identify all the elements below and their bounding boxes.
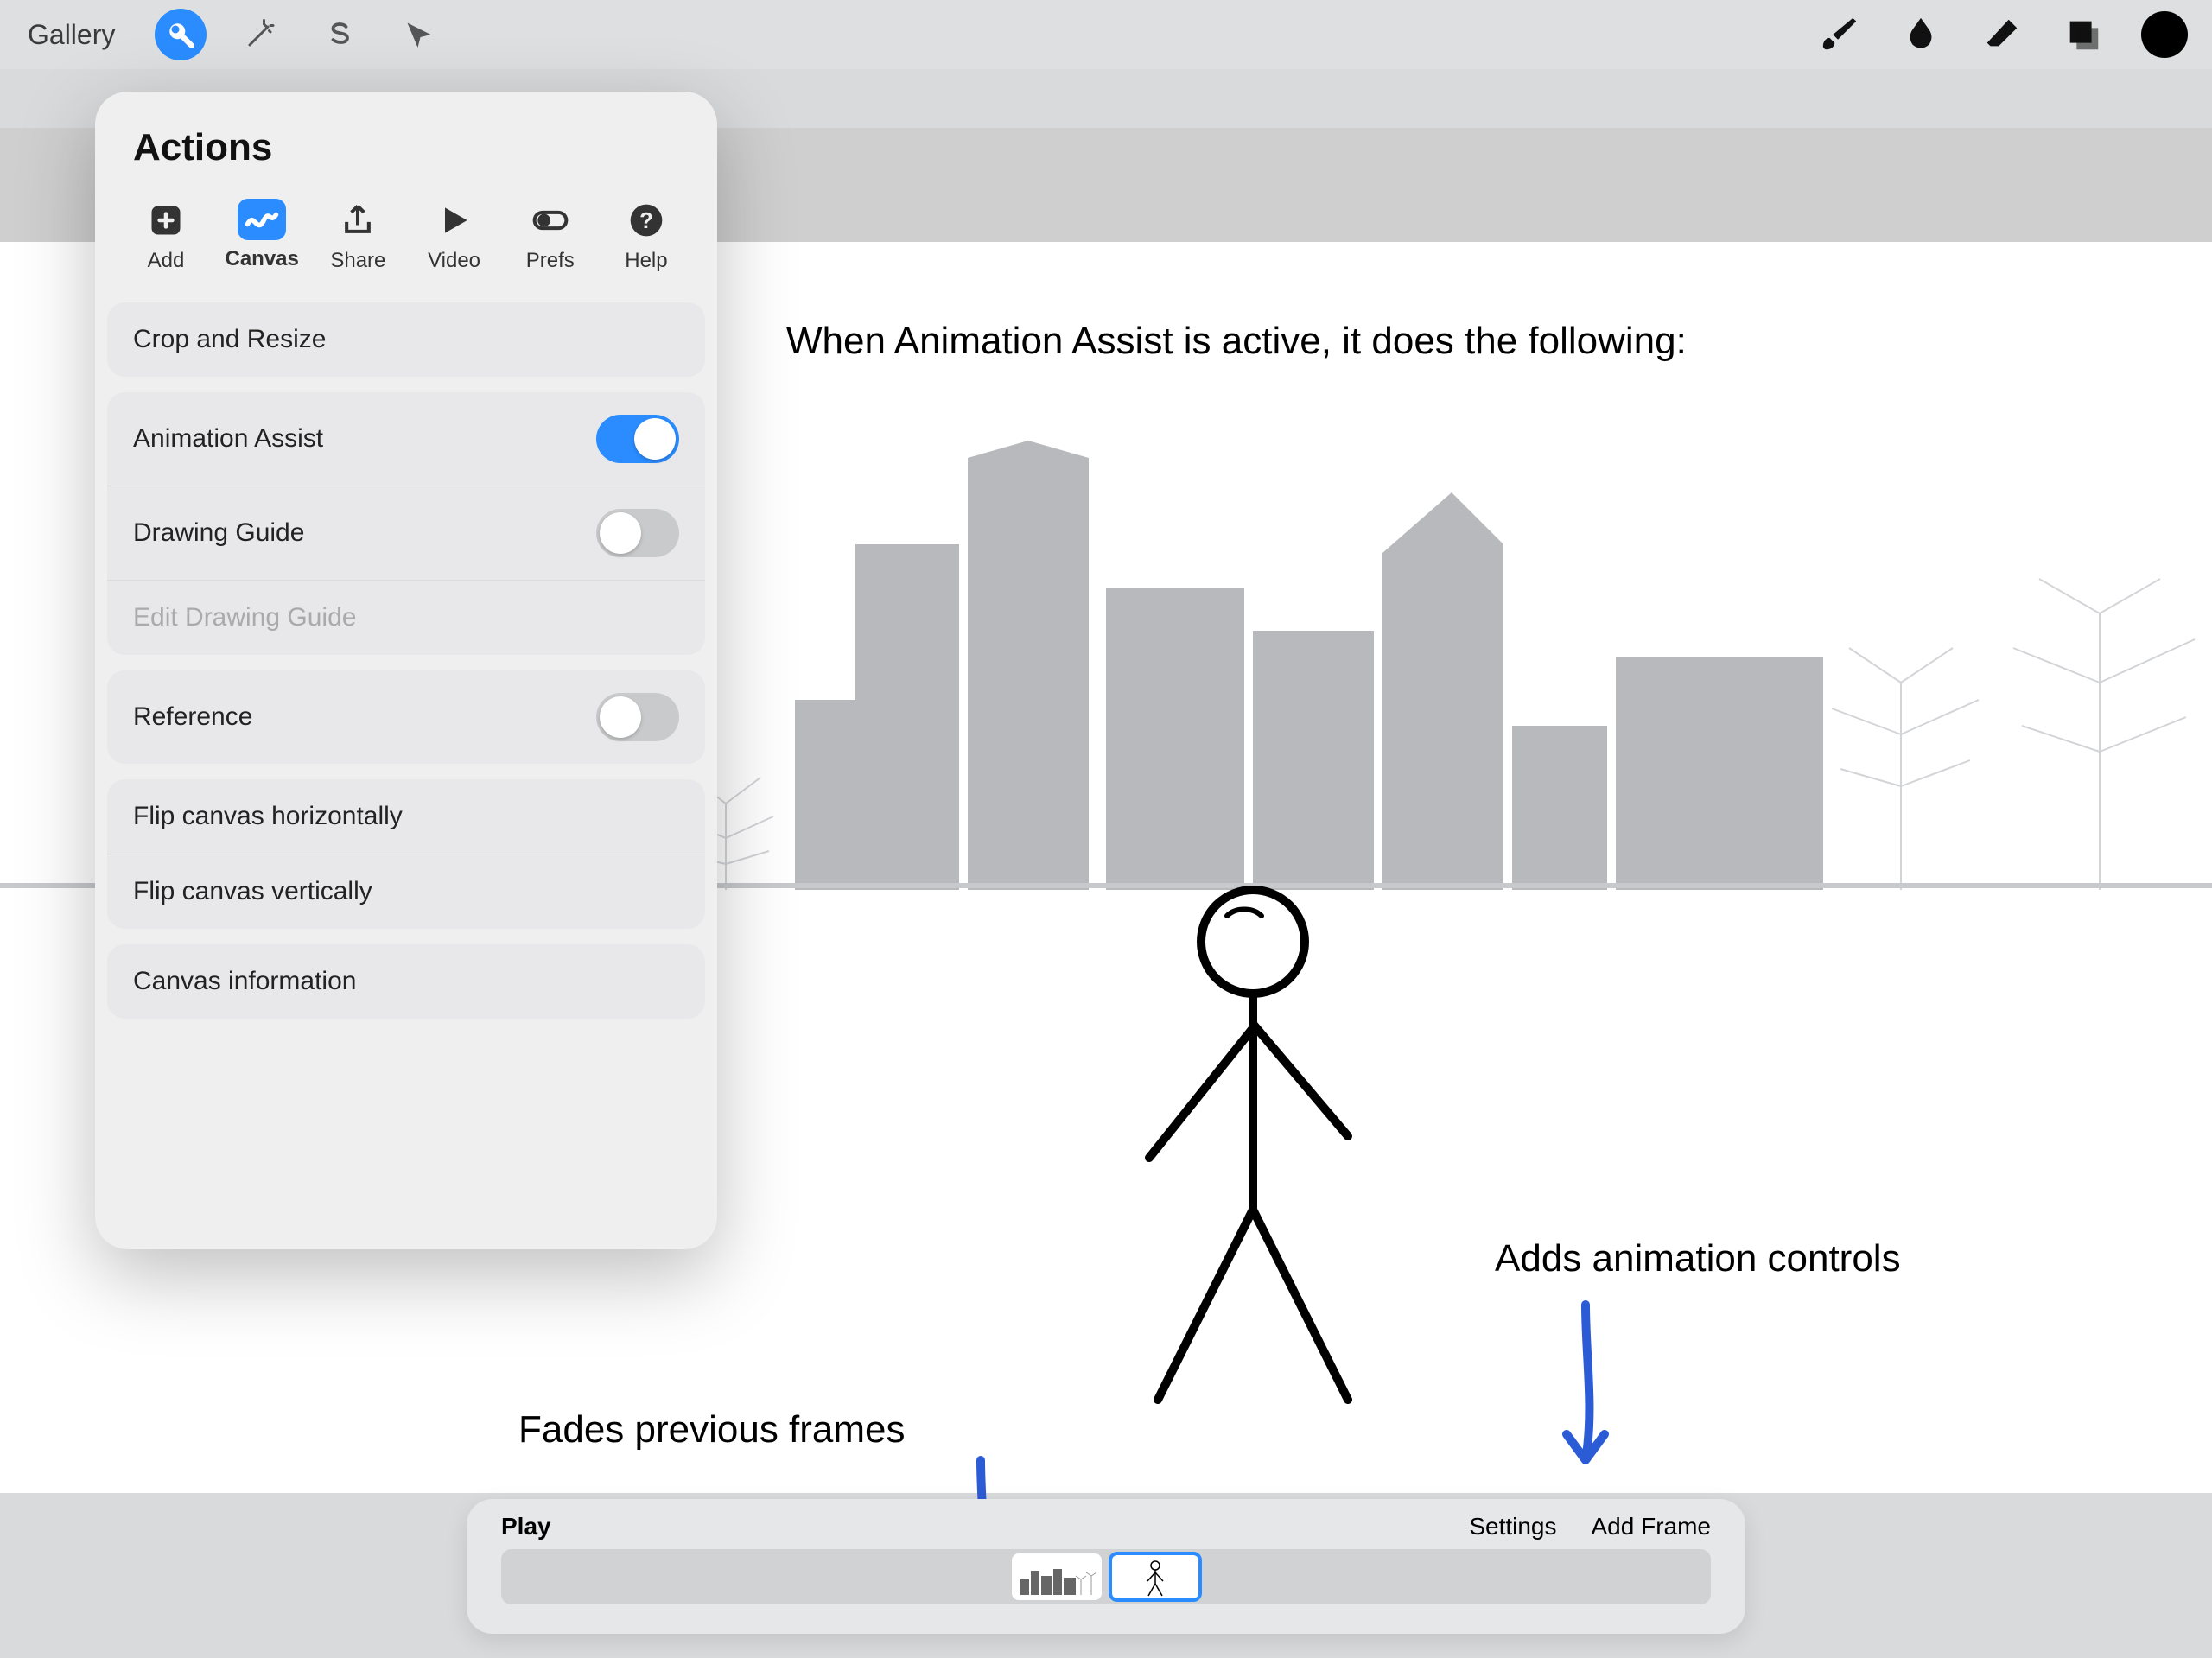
s-icon (324, 19, 355, 50)
row-reference[interactable]: Reference (107, 670, 705, 764)
animation-assist-label: Animation Assist (133, 424, 323, 454)
popover-title: Actions (95, 92, 717, 190)
row-animation-assist[interactable]: Animation Assist (107, 392, 705, 486)
toggle-reference[interactable] (596, 693, 679, 741)
toggle-animation-assist[interactable] (596, 415, 679, 463)
row-drawing-guide[interactable]: Drawing Guide (107, 486, 705, 580)
smudge-tool-icon[interactable] (1892, 6, 1949, 63)
play-icon (435, 201, 474, 239)
crop-and-resize-label: Crop and Resize (133, 325, 326, 354)
layers-icon (2063, 15, 2103, 54)
timeline-settings-button[interactable]: Settings (1469, 1513, 1556, 1540)
transform-tool-icon[interactable] (393, 9, 445, 60)
eraser-tool-icon[interactable] (1974, 6, 2031, 63)
gallery-button[interactable]: Gallery (16, 14, 127, 56)
tab-help[interactable]: ? Help (601, 199, 691, 273)
tab-video[interactable]: Video (410, 199, 499, 273)
smudge-icon (1901, 15, 1941, 54)
share-icon (339, 201, 377, 239)
wrench-icon (165, 19, 196, 50)
annotation-top-text: When Animation Assist is active, it does… (786, 320, 1687, 363)
row-crop-and-resize[interactable]: Crop and Resize (107, 302, 705, 377)
annotation-left-text: Fades previous frames (518, 1408, 906, 1452)
annotation-right-text: Adds animation controls (1495, 1237, 1901, 1280)
row-canvas-information[interactable]: Canvas information (107, 944, 705, 1019)
brush-icon (1820, 15, 1859, 54)
frame-thumb-1[interactable] (1012, 1553, 1102, 1600)
actions-tool-icon[interactable] (155, 9, 207, 60)
tab-canvas[interactable]: Canvas (217, 199, 307, 273)
tab-canvas-label: Canvas (225, 247, 298, 271)
eraser-icon (1982, 15, 2022, 54)
layers-tool-icon[interactable] (2055, 6, 2112, 63)
edit-drawing-guide-label: Edit Drawing Guide (133, 603, 356, 632)
adjustments-tool-icon[interactable] (234, 9, 286, 60)
row-flip-vertical[interactable]: Flip canvas vertically (107, 854, 705, 929)
brush-tool-icon[interactable] (1811, 6, 1868, 63)
frames-track[interactable] (501, 1549, 1711, 1604)
actions-popover: Actions Add Canvas Share Video Prefs ? H… (95, 92, 717, 1249)
arrow-cursor-icon (404, 19, 435, 50)
flip-horizontal-label: Flip canvas horizontally (133, 802, 403, 831)
row-flip-horizontal[interactable]: Flip canvas horizontally (107, 779, 705, 854)
svg-text:?: ? (639, 209, 653, 233)
tab-share-label: Share (330, 249, 385, 273)
toggle-drawing-guide[interactable] (596, 509, 679, 557)
flip-vertical-label: Flip canvas vertically (133, 877, 372, 906)
add-icon (147, 201, 185, 239)
prefs-icon (531, 201, 569, 239)
add-frame-button[interactable]: Add Frame (1592, 1513, 1712, 1540)
tab-video-label: Video (428, 249, 480, 273)
tab-add[interactable]: Add (121, 199, 211, 273)
actions-tab-row: Add Canvas Share Video Prefs ? Help (95, 190, 717, 287)
tab-add-label: Add (148, 249, 185, 273)
wand-icon (245, 19, 276, 50)
row-edit-drawing-guide: Edit Drawing Guide (107, 580, 705, 655)
tab-share[interactable]: Share (313, 199, 403, 273)
annotation-right-arrow (1555, 1296, 1616, 1486)
play-button[interactable]: Play (501, 1513, 551, 1540)
tab-prefs-label: Prefs (526, 249, 575, 273)
help-icon: ? (627, 201, 665, 239)
frame-thumb-2[interactable] (1110, 1553, 1200, 1600)
animation-timeline: Play Settings Add Frame (467, 1499, 1745, 1634)
color-swatch[interactable] (2141, 11, 2188, 58)
canvas-icon (243, 200, 281, 238)
canvas-settings-list: Crop and Resize Animation Assist Drawing… (95, 302, 717, 1019)
tab-prefs[interactable]: Prefs (505, 199, 595, 273)
selection-tool-icon[interactable] (314, 9, 365, 60)
tab-help-label: Help (625, 249, 667, 273)
top-toolbar: Gallery (0, 0, 2212, 69)
reference-label: Reference (133, 702, 252, 732)
drawing-guide-label: Drawing Guide (133, 518, 304, 548)
stickfigure-drawing (1115, 881, 1391, 1417)
canvas-information-label: Canvas information (133, 967, 356, 996)
